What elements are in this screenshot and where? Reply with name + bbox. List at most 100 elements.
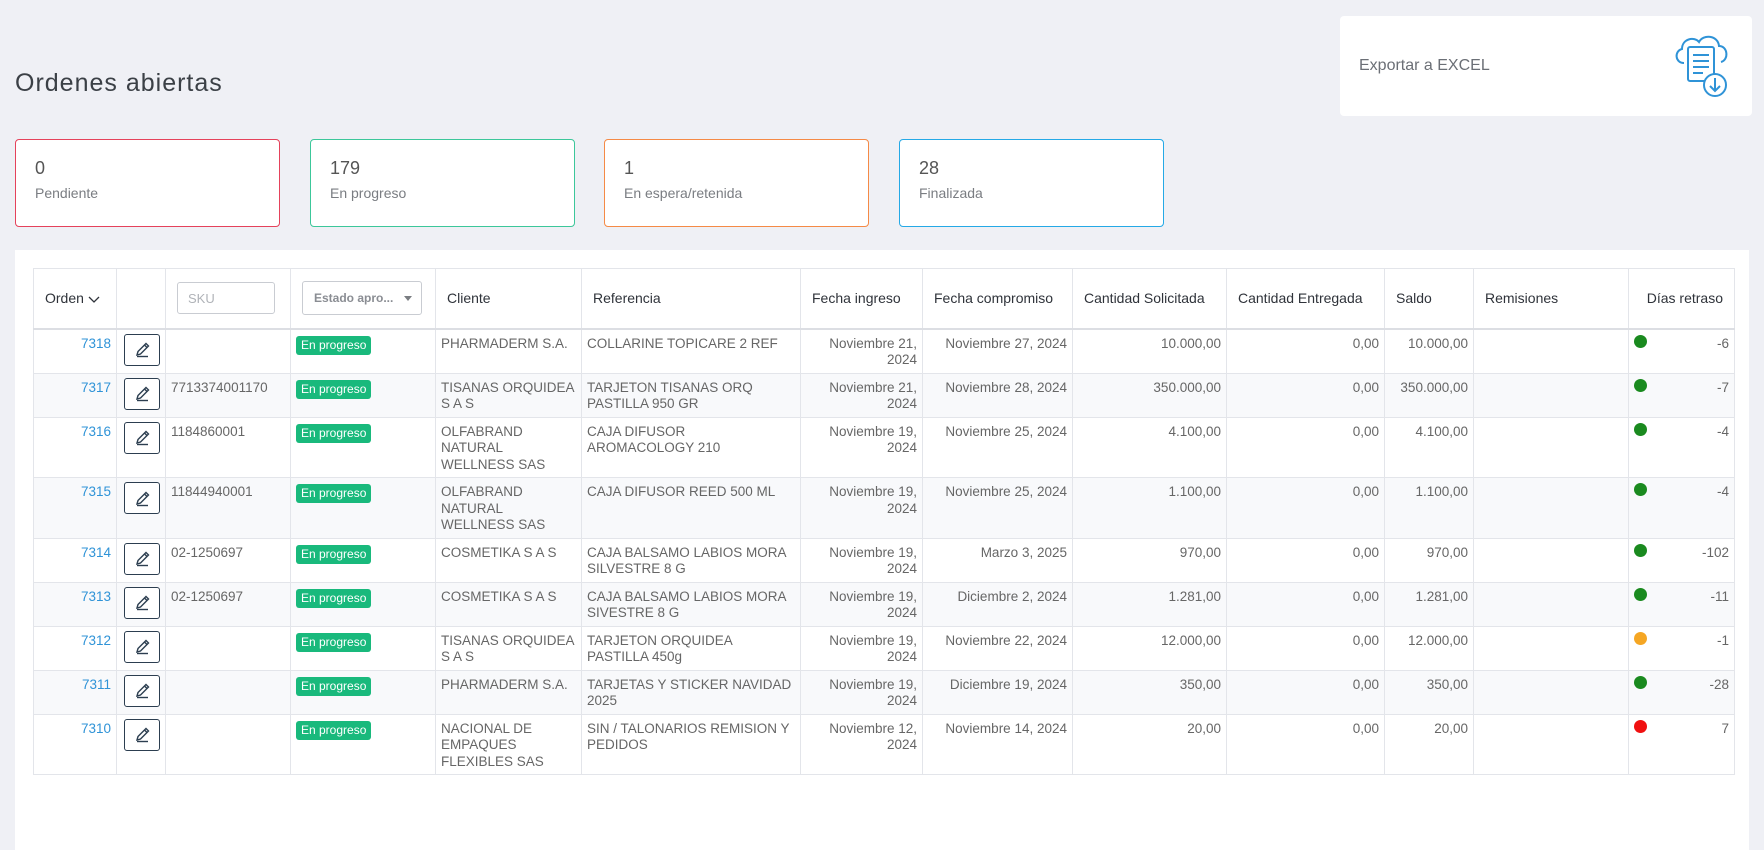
- dias-retraso-cell: -102: [1628, 537, 1735, 583]
- edit-order-button[interactable]: [124, 630, 160, 663]
- orders-table-body: 7318 En progreso PHARMADERM S.A. COLLARI…: [33, 328, 1735, 775]
- table-row: 7312 En progreso TISANAS ORQUIDEA S A S …: [33, 625, 1735, 671]
- cliente-cell: NACIONAL DE EMPAQUES FLEXIBLES SAS: [435, 713, 582, 775]
- fecha-compromiso-cell: Noviembre 22, 2024: [922, 625, 1073, 671]
- table-row: 7311 En progreso PHARMADERM S.A. TARJETA…: [33, 669, 1735, 715]
- fecha-compromiso-cell: Diciembre 2, 2024: [922, 581, 1073, 627]
- page-title: Ordenes abiertas: [15, 68, 223, 97]
- orders-table: Orden Estado apro... Cliente Referencia …: [33, 268, 1735, 775]
- stat-card-pendiente[interactable]: 0 Pendiente: [15, 139, 280, 227]
- edit-cell: [116, 416, 166, 478]
- status-badge: En progreso: [296, 423, 372, 443]
- stat-value: 28: [919, 158, 940, 178]
- edit-cell: [116, 537, 166, 583]
- pencil-icon: [135, 683, 149, 699]
- saldo-cell: 1.100,00: [1384, 477, 1474, 539]
- sku-cell: 02-1250697: [165, 581, 291, 627]
- table-row: 7318 En progreso PHARMADERM S.A. COLLARI…: [33, 328, 1735, 374]
- sku-cell: 11844940001: [165, 477, 291, 539]
- header-fecha-compromiso: Fecha compromiso: [922, 268, 1073, 330]
- fecha-compromiso-cell: Noviembre 27, 2024: [922, 328, 1073, 374]
- cliente-cell: OLFABRAND NATURAL WELLNESS SAS: [435, 477, 582, 539]
- estado-cell: En progreso: [290, 713, 436, 775]
- status-badge: En progreso: [296, 676, 372, 696]
- fecha-ingreso-cell: Noviembre 19, 2024: [800, 669, 923, 715]
- edit-order-button[interactable]: [124, 333, 160, 366]
- fecha-ingreso-cell: Noviembre 19, 2024: [800, 477, 923, 539]
- pencil-icon: [135, 727, 149, 743]
- cantidad-entregada-cell: 0,00: [1226, 713, 1385, 775]
- order-number-link[interactable]: 7310: [33, 713, 117, 775]
- dias-retraso-value: -102: [1701, 544, 1729, 560]
- remisiones-cell: [1473, 669, 1629, 715]
- cantidad-solicitada-cell: 1.281,00: [1072, 581, 1227, 627]
- status-dot: [1634, 543, 1647, 557]
- pencil-icon: [135, 639, 149, 655]
- status-badge: En progreso: [296, 335, 372, 355]
- stat-card-en-espera[interactable]: 1 En espera/retenida: [604, 139, 869, 227]
- table-header-row: Orden Estado apro... Cliente Referencia …: [33, 268, 1735, 330]
- fecha-compromiso-cell: Noviembre 25, 2024: [922, 416, 1073, 478]
- stat-label: En espera/retenida: [624, 185, 743, 201]
- header-cantidad-entregada: Cantidad Entregada: [1226, 268, 1385, 330]
- stat-card-en-progreso[interactable]: 179 En progreso: [310, 139, 575, 227]
- dias-retraso-value: 7: [1721, 720, 1729, 736]
- order-number-link[interactable]: 7314: [33, 537, 117, 583]
- cantidad-entregada-cell: 0,00: [1226, 625, 1385, 671]
- order-number-link[interactable]: 7312: [33, 625, 117, 671]
- order-number-link[interactable]: 7318: [33, 328, 117, 374]
- status-dot: [1634, 378, 1647, 392]
- edit-order-button[interactable]: [124, 718, 160, 751]
- cantidad-solicitada-cell: 12.000,00: [1072, 625, 1227, 671]
- edit-order-button[interactable]: [124, 586, 160, 619]
- table-row: 7315 11844940001 En progreso OLFABRAND N…: [33, 477, 1735, 539]
- stat-label: Pendiente: [35, 185, 99, 201]
- stat-card-finalizada[interactable]: 28 Finalizada: [899, 139, 1164, 227]
- sku-cell: 02-1250697: [165, 537, 291, 583]
- status-badge: En progreso: [296, 588, 372, 608]
- table-row: 7314 02-1250697 En progreso COSMETIKA S …: [33, 537, 1735, 583]
- dias-retraso-cell: -28: [1628, 669, 1735, 715]
- export-excel-button[interactable]: Exportar a EXCEL: [1340, 16, 1752, 116]
- stat-value: 1: [624, 158, 635, 178]
- estado-cell: En progreso: [290, 416, 436, 478]
- edit-order-button[interactable]: [124, 674, 160, 707]
- cantidad-solicitada-cell: 350,00: [1072, 669, 1227, 715]
- status-dot: [1634, 422, 1647, 436]
- order-number-link[interactable]: 7311: [33, 669, 117, 715]
- edit-order-button[interactable]: [124, 421, 160, 454]
- cliente-cell: TISANAS ORQUIDEA S A S: [435, 372, 582, 418]
- cliente-cell: COSMETIKA S A S: [435, 581, 582, 627]
- cliente-cell: COSMETIKA S A S: [435, 537, 582, 583]
- pencil-icon: [135, 386, 149, 402]
- edit-order-button[interactable]: [124, 377, 160, 410]
- status-dot: [1634, 483, 1647, 496]
- sku-filter-input[interactable]: [177, 282, 275, 315]
- cliente-cell: PHARMADERM S.A.: [435, 669, 582, 715]
- estado-cell: En progreso: [290, 625, 436, 671]
- dias-retraso-value: -28: [1709, 676, 1729, 692]
- cantidad-solicitada-cell: 350.000,00: [1072, 372, 1227, 418]
- fecha-ingreso-cell: Noviembre 19, 2024: [800, 625, 923, 671]
- remisiones-cell: [1473, 713, 1629, 775]
- estado-cell: En progreso: [290, 477, 436, 539]
- fecha-compromiso-cell: Noviembre 14, 2024: [922, 713, 1073, 775]
- order-number-link[interactable]: 7317: [33, 372, 117, 418]
- sku-cell: [165, 625, 291, 671]
- cantidad-solicitada-cell: 1.100,00: [1072, 477, 1227, 539]
- remisiones-cell: [1473, 416, 1629, 478]
- estado-filter-select[interactable]: Estado apro...: [302, 281, 422, 316]
- edit-order-button[interactable]: [124, 482, 160, 514]
- edit-order-button[interactable]: [124, 542, 160, 575]
- order-number-link[interactable]: 7315: [33, 477, 117, 539]
- estado-cell: En progreso: [290, 581, 436, 627]
- estado-cell: En progreso: [290, 328, 436, 374]
- saldo-cell: 12.000,00: [1384, 625, 1474, 671]
- header-orden[interactable]: Orden: [33, 268, 117, 330]
- status-dot: [1634, 719, 1647, 733]
- order-number-link[interactable]: 7316: [33, 416, 117, 478]
- fecha-ingreso-cell: Noviembre 19, 2024: [800, 581, 923, 627]
- fecha-ingreso-cell: Noviembre 21, 2024: [800, 328, 923, 374]
- caret-down-icon: [404, 295, 412, 301]
- order-number-link[interactable]: 7313: [33, 581, 117, 627]
